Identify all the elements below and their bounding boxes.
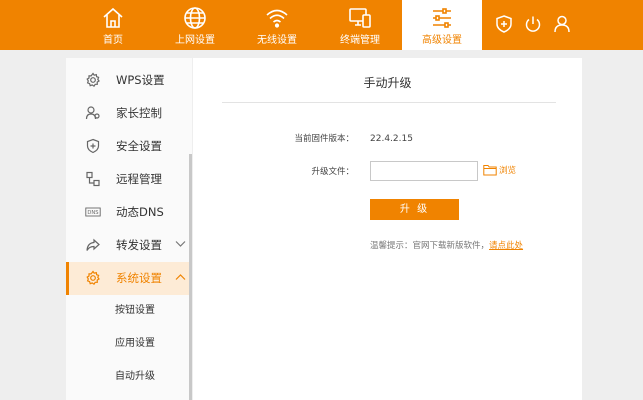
- gear-icon: [86, 72, 100, 88]
- sidebar-item-label: 远程管理: [116, 172, 162, 186]
- nav-home-label: 首页: [103, 35, 123, 46]
- sidebar-subitem-auto-upgrade[interactable]: 自动升级: [66, 361, 192, 394]
- devices-icon: [349, 8, 371, 28]
- sidebar-item-remote-management[interactable]: 远程管理: [66, 163, 192, 196]
- sidebar-item-forwarding[interactable]: 转发设置: [66, 229, 192, 262]
- sliders-icon: [433, 8, 451, 28]
- nav-wireless-settings[interactable]: 无线设置: [237, 0, 317, 50]
- globe-icon: [184, 7, 206, 29]
- sidebar-subitem-label: 自动升级: [115, 371, 155, 382]
- system-gear-icon: [86, 270, 100, 286]
- firmware-version-value: 22.4.2.15: [370, 134, 413, 144]
- forward-icon: [86, 238, 100, 251]
- chevron-up-icon: [175, 274, 186, 280]
- sidebar-item-label: 系统设置: [116, 271, 162, 285]
- right-margin: [582, 58, 643, 400]
- nav-internet-settings[interactable]: 上网设置: [155, 0, 235, 50]
- sidebar-item-label: 转发设置: [116, 238, 162, 252]
- user-icon[interactable]: [552, 14, 572, 34]
- sidebar-item-label: 安全设置: [116, 139, 162, 153]
- title-divider: [222, 102, 556, 103]
- sidebar-item-ddns[interactable]: DNS 动态DNS: [66, 196, 192, 229]
- power-icon[interactable]: [523, 14, 543, 34]
- tip-text: 温馨提示：官网下载新版软件，请点此处: [370, 240, 523, 252]
- sidebar-item-system-settings[interactable]: 系统设置: [66, 262, 192, 295]
- browse-label: 浏览: [499, 166, 517, 176]
- nav-advanced-label: 高级设置: [422, 35, 462, 46]
- sidebar-item-security[interactable]: 安全设置: [66, 130, 192, 163]
- sidebar-item-label: WPS设置: [116, 73, 165, 87]
- sidebar-item-label: 动态DNS: [116, 205, 164, 219]
- main-panel: 手动升级 当前固件版本： 22.4.2.15 升级文件： 浏览 升 级 温馨提示…: [193, 58, 582, 400]
- sidebar-item-parental-control[interactable]: 家长控制: [66, 97, 192, 130]
- sidebar-subitem-app-settings[interactable]: 应用设置: [66, 328, 192, 361]
- dns-icon: DNS: [85, 207, 101, 217]
- nav-device-management[interactable]: 终端管理: [320, 0, 400, 50]
- sidebar-scrollbar[interactable]: [189, 154, 192, 400]
- chevron-down-icon: [175, 241, 186, 247]
- wifi-icon: [266, 9, 288, 28]
- sidebar: WPS设置 家长控制 安全设置 远程管理 DNS 动态DNS 转发设置 系统设置…: [66, 58, 192, 400]
- sidebar-subitem-button-settings[interactable]: 按钮设置: [66, 295, 192, 328]
- sidebar-item-wps[interactable]: WPS设置: [66, 64, 192, 97]
- shield-plus-icon[interactable]: [494, 14, 514, 34]
- svg-text:DNS: DNS: [87, 210, 98, 216]
- nav-internet-label: 上网设置: [175, 35, 215, 46]
- sidebar-subitem-label: 应用设置: [115, 338, 155, 349]
- shield-icon: [86, 138, 100, 154]
- firmware-version-label: 当前固件版本：: [294, 134, 354, 144]
- nav-wireless-label: 无线设置: [257, 35, 297, 46]
- nav-advanced-settings[interactable]: 高级设置: [402, 0, 482, 50]
- parent-user-icon: [85, 106, 100, 120]
- nav-device-label: 终端管理: [340, 35, 380, 46]
- tip-link[interactable]: 请点此处: [489, 241, 523, 251]
- home-icon: [103, 7, 123, 28]
- sidebar-item-label: 家长控制: [116, 106, 162, 120]
- remote-icon: [86, 171, 100, 187]
- nav-home[interactable]: 首页: [73, 0, 153, 50]
- upgrade-file-label: 升级文件：: [311, 167, 354, 177]
- sidebar-subitem-label: 按钮设置: [115, 305, 155, 316]
- tip-message: 温馨提示：官网下载新版软件，: [370, 241, 490, 251]
- upgrade-button[interactable]: 升 级: [370, 199, 459, 220]
- folder-icon: [483, 165, 497, 176]
- left-margin: [0, 58, 66, 400]
- top-nav-bar: 首页 上网设置 无线设置 终端管理 高级设置: [0, 0, 643, 50]
- upgrade-file-input[interactable]: [370, 161, 478, 181]
- page-title: 手动升级: [363, 76, 412, 90]
